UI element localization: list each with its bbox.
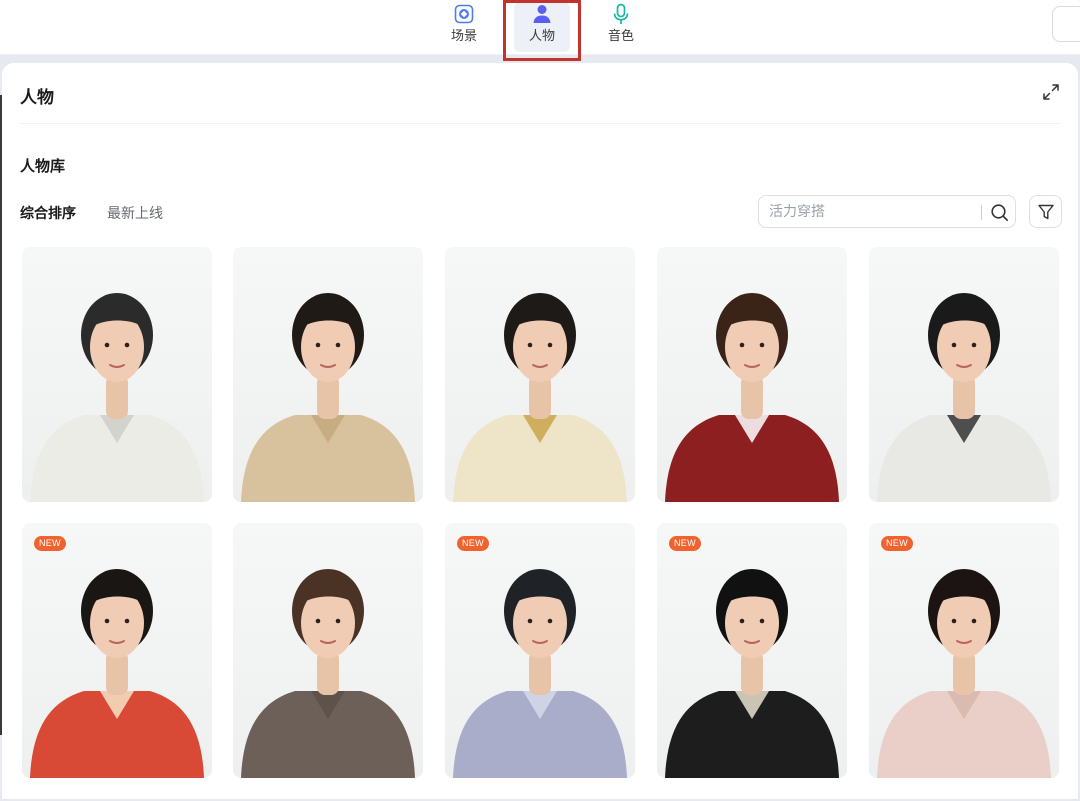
character-portrait	[241, 293, 415, 502]
character-card[interactable]	[657, 247, 847, 502]
character-card[interactable]: NEW	[657, 523, 847, 778]
tab-voice[interactable]: 音色	[593, 2, 649, 52]
character-portrait	[453, 569, 627, 778]
search-separator	[981, 205, 982, 220]
panel-toggle-button[interactable]	[1052, 6, 1080, 42]
character-card[interactable]	[233, 247, 423, 502]
character-portrait	[877, 293, 1051, 502]
search-input[interactable]	[769, 203, 969, 221]
character-card[interactable]: NEW	[22, 523, 212, 778]
filter-button[interactable]	[1029, 195, 1062, 228]
sort-tab-latest[interactable]: 最新上线	[107, 203, 163, 223]
new-badge: NEW	[669, 536, 701, 551]
character-portrait	[241, 569, 415, 778]
panel-title: 人物	[20, 88, 54, 108]
microphone-icon	[613, 3, 629, 24]
scene-icon	[454, 4, 474, 24]
character-portrait	[877, 569, 1051, 778]
character-card[interactable]	[869, 247, 1059, 502]
character-card[interactable]	[233, 523, 423, 778]
new-badge: NEW	[34, 536, 66, 551]
character-portrait	[453, 293, 627, 502]
character-portrait	[30, 293, 204, 502]
divider	[20, 123, 1060, 124]
filter-icon	[1038, 204, 1054, 220]
character-grid: NEW NEW NEW NEW	[22, 247, 1062, 801]
character-panel: 人物 人物库 综合排序 最新上线 NEW NEW NEW NEW	[2, 63, 1078, 799]
search-icon[interactable]	[990, 203, 1009, 222]
character-card[interactable]: NEW	[445, 523, 635, 778]
character-card[interactable]	[445, 247, 635, 502]
tab-voice-label: 音色	[607, 29, 634, 44]
character-card[interactable]: NEW	[869, 523, 1059, 778]
new-badge: NEW	[881, 536, 913, 551]
highlight-annotation	[503, 0, 581, 61]
character-card[interactable]	[22, 247, 212, 502]
library-title: 人物库	[20, 157, 66, 175]
sort-tab-comprehensive[interactable]: 综合排序	[20, 203, 76, 223]
new-badge: NEW	[457, 536, 489, 551]
search-box	[758, 195, 1016, 228]
character-portrait	[30, 569, 204, 778]
expand-icon[interactable]	[1042, 83, 1060, 101]
tab-scene-label: 场景	[450, 29, 477, 44]
character-portrait	[665, 569, 839, 778]
tab-scene[interactable]: 场景	[436, 2, 492, 52]
character-portrait	[665, 293, 839, 502]
